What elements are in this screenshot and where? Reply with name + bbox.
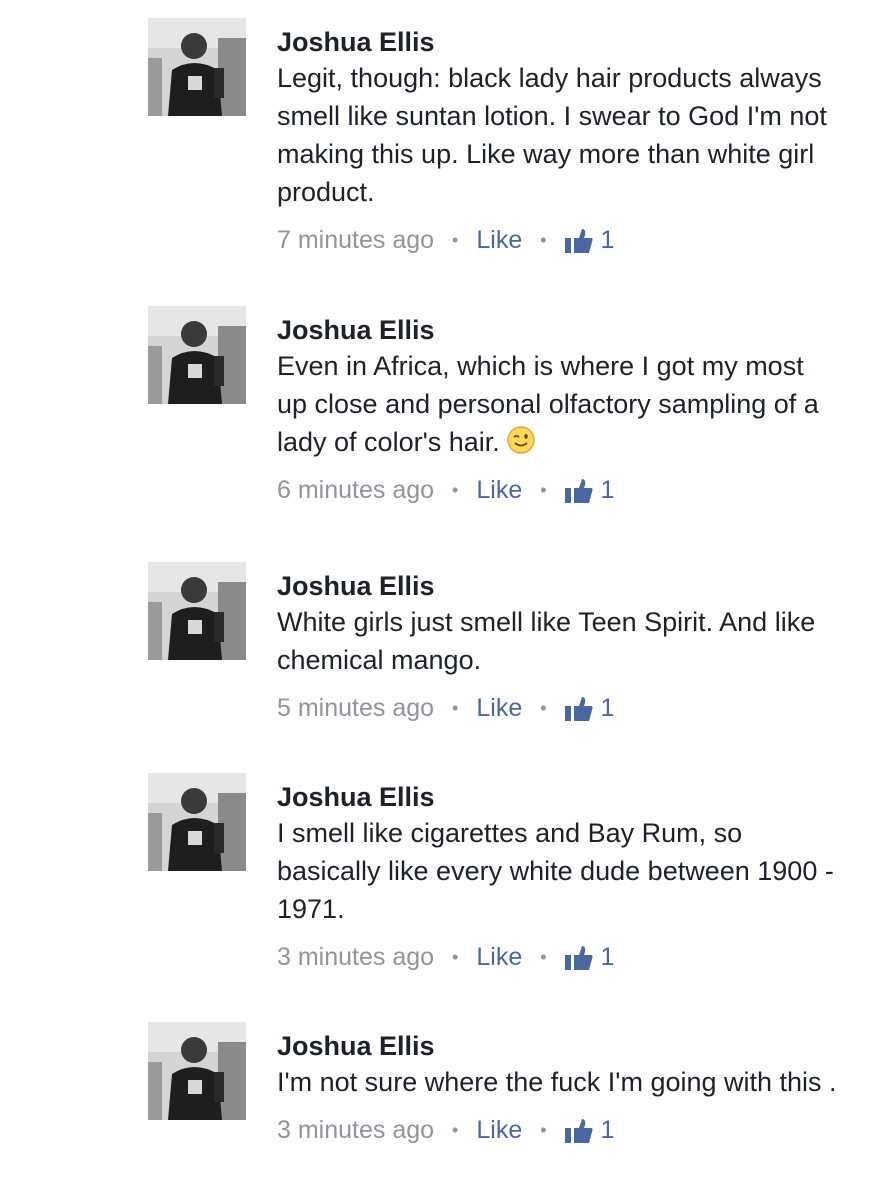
profile-photo (148, 773, 246, 871)
comment-meta: 6 minutes ago • Like • 1 (277, 473, 837, 507)
comment-timestamp[interactable]: 6 minutes ago (277, 473, 434, 507)
comment-meta: 3 minutes ago • Like • 1 (277, 940, 837, 974)
like-button[interactable]: Like (476, 940, 522, 974)
comment-text: I smell like cigarettes and Bay Rum, so … (277, 818, 834, 924)
separator-dot: • (540, 947, 547, 967)
profile-photo (148, 1022, 246, 1120)
separator-dot: • (452, 698, 459, 718)
like-count-button[interactable]: 1 (564, 691, 615, 725)
comment-meta: 3 minutes ago • Like • 1 (277, 1113, 837, 1147)
comment-text: Even in Africa, which is where I got my … (277, 347, 837, 461)
comment-author[interactable]: Joshua Ellis (277, 314, 837, 346)
separator-dot: • (540, 698, 547, 718)
profile-photo (148, 18, 246, 116)
comment-timestamp[interactable]: 3 minutes ago (277, 1113, 434, 1147)
profile-photo (148, 306, 246, 404)
comment-author[interactable]: Joshua Ellis (277, 781, 837, 813)
like-count: 1 (600, 694, 615, 722)
comment-timestamp[interactable]: 5 minutes ago (277, 691, 434, 725)
winking-face-emoji (507, 426, 535, 454)
separator-dot: • (452, 947, 459, 967)
like-count-button[interactable]: 1 (564, 1113, 615, 1147)
like-button[interactable]: Like (476, 223, 522, 257)
like-button[interactable]: Like (476, 1113, 522, 1147)
profile-photo (148, 562, 246, 660)
separator-dot: • (540, 480, 547, 500)
like-button[interactable]: Like (476, 691, 522, 725)
comment-text: White girls just smell like Teen Spirit.… (277, 607, 816, 675)
comment-author[interactable]: Joshua Ellis (277, 570, 837, 602)
thumbs-up-icon (564, 697, 593, 721)
thumbs-up-icon (564, 1119, 593, 1143)
author-avatar[interactable] (148, 1022, 246, 1120)
separator-dot: • (452, 480, 459, 500)
thumbs-up-icon (564, 946, 593, 970)
comment-meta: 7 minutes ago • Like • 1 (277, 223, 837, 257)
like-button[interactable]: Like (476, 473, 522, 507)
comment-timestamp[interactable]: 3 minutes ago (277, 940, 434, 974)
separator-dot: • (540, 1120, 547, 1140)
thumbs-up-icon (564, 229, 593, 253)
author-avatar[interactable] (148, 773, 246, 871)
separator-dot: • (540, 230, 547, 250)
like-count: 1 (600, 476, 615, 504)
like-count-button[interactable]: 1 (564, 940, 615, 974)
thumbs-up-icon (564, 479, 593, 503)
comment-text: I'm not sure where the fuck I'm going wi… (277, 1067, 837, 1097)
author-avatar[interactable] (148, 306, 246, 404)
comment-meta: 5 minutes ago • Like • 1 (277, 691, 837, 725)
separator-dot: • (452, 1120, 459, 1140)
author-avatar[interactable] (148, 18, 246, 116)
comment-author[interactable]: Joshua Ellis (277, 26, 837, 58)
like-count-button[interactable]: 1 (564, 223, 615, 257)
like-count: 1 (600, 1116, 615, 1144)
author-avatar[interactable] (148, 562, 246, 660)
comment-author[interactable]: Joshua Ellis (277, 1030, 837, 1062)
comment-text: Legit, though: black lady hair products … (277, 63, 827, 207)
like-count: 1 (600, 943, 615, 971)
separator-dot: • (452, 230, 459, 250)
comment-timestamp[interactable]: 7 minutes ago (277, 223, 434, 257)
like-count-button[interactable]: 1 (564, 473, 615, 507)
comment-text-content: Even in Africa, which is where I got my … (277, 351, 819, 457)
like-count: 1 (600, 226, 615, 254)
